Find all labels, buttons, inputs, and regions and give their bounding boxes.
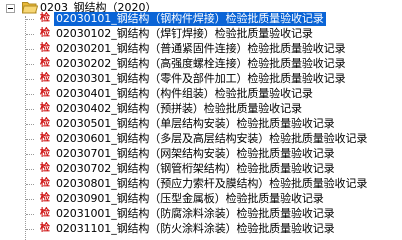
tree-connector-branch bbox=[26, 34, 34, 35]
tree-item[interactable]: 检 02030202_钢结构（高强度螺栓连接）检验批质量验收记录 bbox=[0, 56, 402, 72]
tree-item[interactable]: 检 02030401_钢结构（构件组装）检验批质量验收记录 bbox=[0, 86, 402, 102]
tree-item-label: 02030402_钢结构（预拼装）检验批质量验收记录 bbox=[56, 102, 302, 115]
tree-item[interactable]: 检 02030301_钢结构（零件及部件加工）检验批质量验收记录 bbox=[0, 71, 402, 87]
tree-item[interactable]: 检 02030102_钢结构（焊钉焊接）检验批质量验收记录 bbox=[0, 26, 402, 42]
inspection-record-icon: 检 bbox=[40, 148, 50, 159]
inspection-record-icon: 检 bbox=[40, 73, 50, 84]
inspection-record-icon: 检 bbox=[40, 118, 50, 129]
tree-connector-branch bbox=[26, 64, 34, 65]
inspection-record-icon: 检 bbox=[40, 208, 50, 219]
tree-connector-branch bbox=[26, 229, 34, 230]
tree-item[interactable]: 检 02030701_钢结构（网架结构安装）检验批质量验收记录 bbox=[0, 146, 402, 162]
tree-item[interactable]: 检 02030201_钢结构（普通紧固件连接）检验批质量验收记录 bbox=[0, 41, 402, 57]
tree-item-label: 02031001_钢结构（防腐涂料涂装）检验批质量验收记录 bbox=[56, 207, 335, 220]
tree-item-label: 02030101_钢结构（钢构件焊接）检验批质量验收记录 bbox=[54, 12, 326, 26]
tree-item[interactable]: 检 02030101_钢结构（钢构件焊接）检验批质量验收记录 bbox=[0, 11, 402, 27]
tree-connector-branch bbox=[26, 199, 34, 200]
tree-item-label: 02030102_钢结构（焊钉焊接）检验批质量验收记录 bbox=[56, 27, 313, 40]
tree-item[interactable]: 检 02030702_钢结构（钢管桁架结构）检验批质量验收记录 bbox=[0, 161, 402, 177]
tree-item[interactable]: 检 02030501_钢结构（单层结构安装）检验批质量验收记录 bbox=[0, 116, 402, 132]
tree-item[interactable]: 检 02030901_钢结构（压型金属板）检验批质量验收记录 bbox=[0, 191, 402, 207]
tree-connector-branch bbox=[26, 109, 34, 110]
tree-item[interactable]: 检 02030601_钢结构（多层及高层结构安装）检验批质量验收记录 bbox=[0, 131, 402, 147]
inspection-record-icon: 检 bbox=[40, 58, 50, 69]
tree-item-label: 02031101_钢结构（防火涂料涂装）检验批质量验收记录 bbox=[56, 222, 335, 235]
tree-connector-branch bbox=[26, 154, 34, 155]
tree-connector-branch bbox=[26, 49, 34, 50]
tree-item[interactable]: 检 02030801_钢结构（预应力索杆及膜结构）检验批质量验收记录 bbox=[0, 176, 402, 192]
tree-connector-branch bbox=[26, 94, 34, 95]
tree-connector-branch bbox=[26, 124, 34, 125]
tree-view: 0203_钢结构（2020） 检 02030101_钢结构（钢构件焊接）检验批质量… bbox=[0, 0, 402, 240]
inspection-record-icon: 检 bbox=[40, 28, 50, 39]
inspection-record-icon: 检 bbox=[40, 163, 50, 174]
tree-connector-branch bbox=[26, 19, 34, 20]
tree-item-label: 02030201_钢结构（普通紧固件连接）检验批质量验收记录 bbox=[56, 42, 346, 55]
tree-item-label: 02030401_钢结构（构件组装）检验批质量验收记录 bbox=[56, 87, 313, 100]
tree-connector-branch bbox=[26, 169, 34, 170]
tree-connector-branch bbox=[26, 139, 34, 140]
inspection-record-icon: 检 bbox=[40, 223, 50, 234]
tree-item-label: 02030901_钢结构（压型金属板）检验批质量验收记录 bbox=[56, 192, 324, 205]
tree-item[interactable]: 检 02031101_钢结构（防火涂料涂装）检验批质量验收记录 bbox=[0, 221, 402, 237]
inspection-record-icon: 检 bbox=[40, 178, 50, 189]
tree-item-label: 02030801_钢结构（预应力索杆及膜结构）检验批质量验收记录 bbox=[56, 177, 368, 190]
tree-connector-branch bbox=[26, 214, 34, 215]
tree-connector-branch bbox=[26, 184, 34, 185]
inspection-record-icon: 检 bbox=[40, 193, 50, 204]
tree-connector-branch bbox=[26, 79, 34, 80]
tree-item-label: 02030601_钢结构（多层及高层结构安装）检验批质量验收记录 bbox=[56, 132, 368, 145]
inspection-record-icon: 检 bbox=[40, 133, 50, 144]
tree-item[interactable]: 检 02031001_钢结构（防腐涂料涂装）检验批质量验收记录 bbox=[0, 206, 402, 222]
inspection-record-icon: 检 bbox=[40, 88, 50, 99]
tree-item-label: 02030301_钢结构（零件及部件加工）检验批质量验收记录 bbox=[56, 72, 346, 85]
inspection-record-icon: 检 bbox=[40, 103, 50, 114]
tree-item[interactable]: 检 02030402_钢结构（预拼装）检验批质量验收记录 bbox=[0, 101, 402, 117]
tree-item-label: 02030501_钢结构（单层结构安装）检验批质量验收记录 bbox=[56, 117, 335, 130]
inspection-record-icon: 检 bbox=[40, 13, 50, 24]
tree-item-label: 02030702_钢结构（钢管桁架结构）检验批质量验收记录 bbox=[56, 162, 335, 175]
inspection-record-icon: 检 bbox=[40, 43, 50, 54]
tree-item-label: 02030701_钢结构（网架结构安装）检验批质量验收记录 bbox=[56, 147, 335, 160]
tree-item-label: 02030202_钢结构（高强度螺栓连接）检验批质量验收记录 bbox=[56, 57, 346, 70]
